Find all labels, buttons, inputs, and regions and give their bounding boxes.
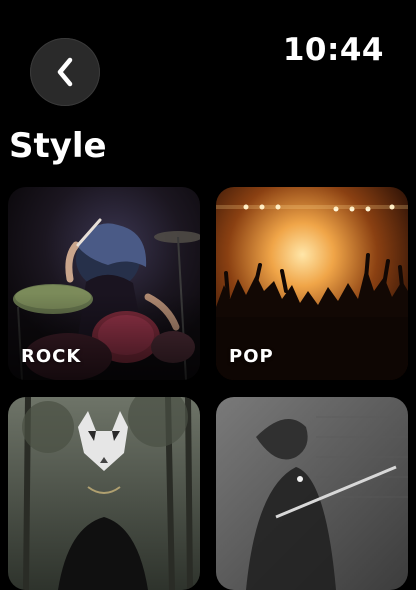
guitarist-bw-image [216, 397, 408, 590]
back-button[interactable] [30, 38, 100, 106]
style-card-rock[interactable]: ROCK [8, 187, 200, 380]
style-card-4[interactable] [216, 397, 408, 590]
status-time: 10:44 [282, 32, 384, 68]
masked-person-forest-image [8, 397, 200, 590]
style-card-pop[interactable]: POP [216, 187, 408, 380]
page-title: Style [9, 126, 107, 166]
style-card-label: POP [229, 346, 274, 367]
style-card-3[interactable] [8, 397, 200, 590]
chevron-left-icon [57, 57, 73, 87]
style-card-label: ROCK [21, 346, 82, 367]
